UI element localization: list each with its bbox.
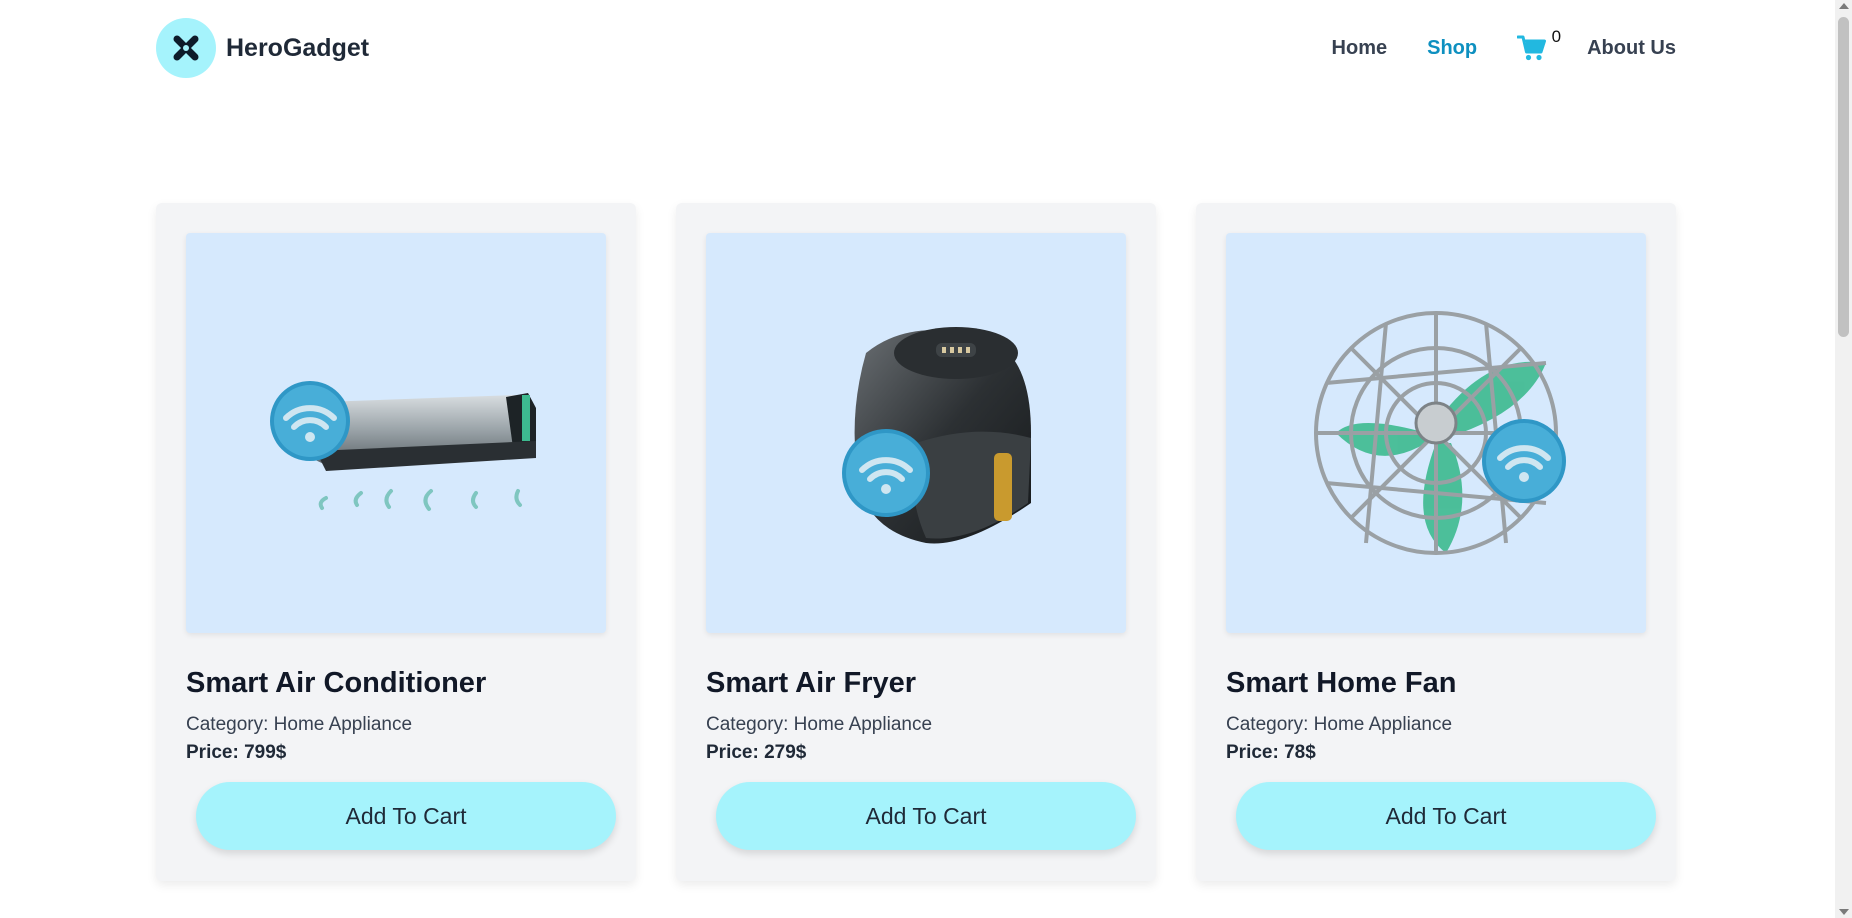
product-grid: Smart Air Conditioner Category: Home App…	[156, 203, 1676, 881]
scroll-up-arrow-icon[interactable]	[1839, 3, 1849, 9]
product-card: Smart Air Fryer Category: Home Appliance…	[676, 203, 1156, 881]
product-title: Smart Air Conditioner	[186, 667, 487, 699]
product-category: Category: Home Appliance	[186, 714, 413, 735]
add-to-cart-button[interactable]: Add To Cart	[716, 782, 1136, 850]
x-cross-icon	[156, 18, 216, 78]
product-price: Price: 78$	[1226, 742, 1316, 763]
product-price: Price: 799$	[186, 742, 287, 763]
cart-count: 0	[1551, 27, 1562, 46]
scroll-down-arrow-icon[interactable]	[1839, 909, 1849, 915]
page-scrollbar[interactable]	[1835, 0, 1852, 918]
main-nav: Home Shop 0 About Us	[1332, 27, 1676, 63]
product-image	[186, 233, 606, 633]
nav-shop[interactable]: Shop	[1427, 37, 1477, 60]
product-image	[706, 233, 1126, 633]
nav-home[interactable]: Home	[1332, 37, 1388, 60]
nav-about-us[interactable]: About Us	[1587, 37, 1676, 60]
fan-icon	[1314, 311, 1566, 555]
add-to-cart-button[interactable]: Add To Cart	[196, 782, 616, 850]
product-category: Category: Home Appliance	[1226, 714, 1453, 735]
product-image	[1226, 233, 1646, 633]
product-category: Category: Home Appliance	[706, 714, 933, 735]
site-header: HeroGadget Home Shop 0 About Us	[156, 17, 1676, 79]
product-card: Smart Air Conditioner Category: Home App…	[156, 203, 636, 881]
scrollbar-thumb[interactable]	[1838, 17, 1849, 337]
cart-icon	[1517, 35, 1547, 61]
product-card: Smart Home Fan Category: Home Appliance …	[1196, 203, 1676, 881]
product-title: Smart Home Fan	[1226, 667, 1457, 699]
product-title: Smart Air Fryer	[706, 667, 917, 699]
add-to-cart-button[interactable]: Add To Cart	[1236, 782, 1656, 850]
cart-button[interactable]: 0	[1517, 27, 1561, 63]
brand-logo-link[interactable]: HeroGadget	[156, 18, 369, 78]
air-fryer-icon	[842, 327, 1031, 544]
brand-name: HeroGadget	[226, 33, 370, 62]
product-price: Price: 279$	[706, 742, 807, 763]
air-conditioner-icon	[270, 381, 536, 511]
